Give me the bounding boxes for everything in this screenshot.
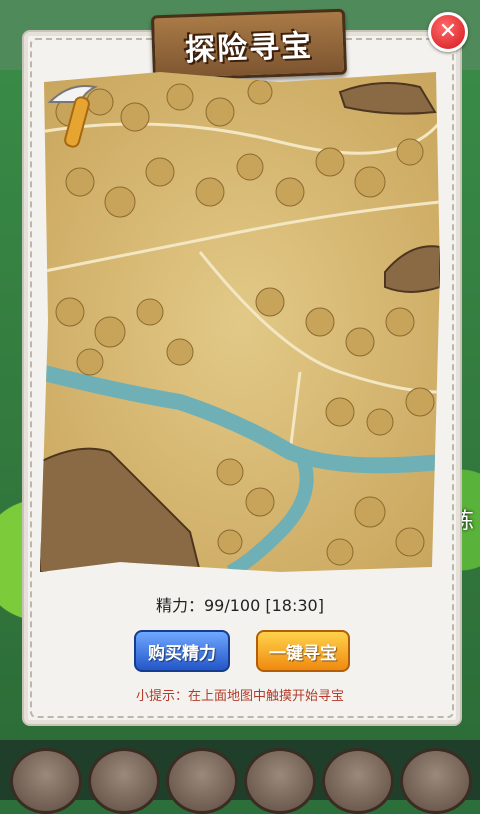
one-click-search-button[interactable]: 一键寻宝 (256, 630, 350, 672)
dialog-title: 探险寻宝 (184, 28, 314, 69)
bottom-menu-icon-4[interactable] (244, 748, 316, 814)
bottom-menu-icon-5[interactable] (322, 748, 394, 814)
bottom-menu-icon-1[interactable] (10, 748, 82, 814)
buy-energy-button[interactable]: 购买精力 (134, 630, 230, 672)
bottom-menu-icon-6[interactable] (400, 748, 472, 814)
bottom-menu-icon-3[interactable] (166, 748, 238, 814)
pickaxe-marker-icon[interactable] (40, 72, 120, 152)
treasure-map[interactable] (40, 72, 440, 572)
energy-status: 精力：99/100 [18:30] (156, 596, 324, 615)
bottom-menu-icon-2[interactable] (88, 748, 160, 814)
close-icon[interactable]: ✕ (428, 12, 468, 52)
dialog-title-plate: 探险寻宝 (150, 8, 348, 82)
hint-text: 小提示：在上面地图中触摸开始寻宝 (135, 689, 344, 704)
